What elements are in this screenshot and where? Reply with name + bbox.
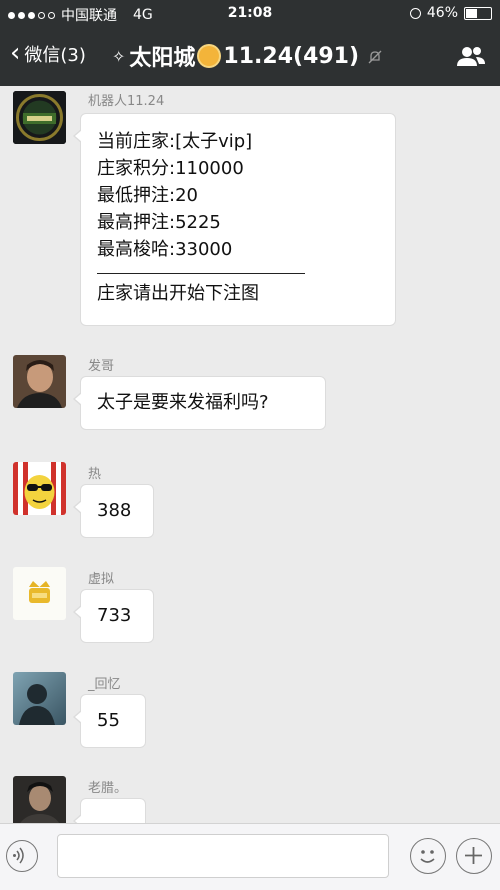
sender-name: 老腊。	[88, 781, 128, 796]
message-bubble[interactable]: 55	[73, 694, 146, 748]
chat-title: ✧ 太阳城 11.24(491)	[112, 40, 359, 72]
sender-name: 热	[88, 467, 102, 482]
sender-name: 机器人11.24	[88, 94, 165, 109]
bubble-line: 最高押注:5225	[97, 212, 221, 233]
bubble-text: 太子是要来发福利吗?	[97, 392, 269, 413]
title-prefix: ✧	[112, 46, 126, 66]
back-chevron-icon: ‹	[10, 37, 21, 68]
bubble-text: 733	[97, 605, 132, 626]
bubble-line: 当前庄家:[太子vip]	[97, 131, 253, 152]
bubble-divider	[97, 273, 305, 274]
title-main: 太阳城	[129, 46, 196, 71]
message-bubble[interactable]: 当前庄家:[太子vip] 庄家积分:110000 最低押注:20 最高押注:52…	[73, 113, 396, 326]
sun-emoji-icon	[199, 46, 220, 66]
message-list[interactable]: 机器人11.24 当前庄家:[太子vip] 庄家积分:110000 最低押注:2…	[0, 86, 500, 823]
bubble-text: 55	[97, 710, 120, 731]
message-bubble[interactable]: 733	[73, 589, 154, 643]
group-contacts-icon[interactable]	[456, 44, 486, 70]
emoji-button[interactable]	[410, 838, 446, 874]
status-bar: 中国联通 4G 21:08 46%	[0, 0, 500, 28]
back-label: 微信(3)	[24, 45, 86, 66]
plus-icon	[465, 847, 482, 864]
robot-avatar[interactable]	[13, 91, 66, 144]
battery-icon	[464, 6, 492, 20]
sender-name: _回忆	[88, 677, 121, 692]
bubble-footer: 庄家请出开始下注图	[97, 283, 259, 304]
battery-percent: 46%	[426, 5, 458, 21]
cartoon-sunglasses-avatar[interactable]	[13, 462, 66, 515]
gold-crown-avatar[interactable]	[13, 567, 66, 620]
bubble-line: 庄家积分:110000	[97, 158, 244, 179]
message-input[interactable]	[57, 834, 389, 878]
man-portrait-avatar[interactable]	[13, 355, 66, 408]
bubble-line: 最低押注:20	[97, 185, 198, 206]
message-bubble[interactable]: 太子是要来发福利吗?	[73, 376, 326, 430]
emoji-icon	[420, 850, 435, 863]
sender-name: 发哥	[88, 359, 115, 374]
more-button[interactable]	[456, 838, 492, 874]
voice-button[interactable]	[6, 840, 38, 872]
chat-header: ‹ 微信(3) ✧ 太阳城 11.24(491)	[0, 28, 500, 86]
message-bubble[interactable]: 388	[73, 484, 154, 538]
status-right: 46%	[409, 5, 492, 21]
back-button[interactable]: ‹ 微信(3)	[10, 37, 86, 68]
bubble-line: 最高梭哈:33000	[97, 239, 233, 260]
bubble-text: 388	[97, 500, 132, 521]
dark-portrait-avatar[interactable]	[13, 776, 66, 823]
voice-icon	[13, 847, 24, 864]
silhouette-avatar[interactable]	[13, 672, 66, 725]
mute-icon	[368, 50, 382, 64]
message-bubble[interactable]	[73, 798, 146, 823]
input-bar	[0, 823, 500, 890]
title-suffix: 11.24(491)	[223, 43, 360, 69]
sender-name: 虚拟	[88, 572, 115, 587]
rotation-lock-icon	[409, 7, 421, 19]
